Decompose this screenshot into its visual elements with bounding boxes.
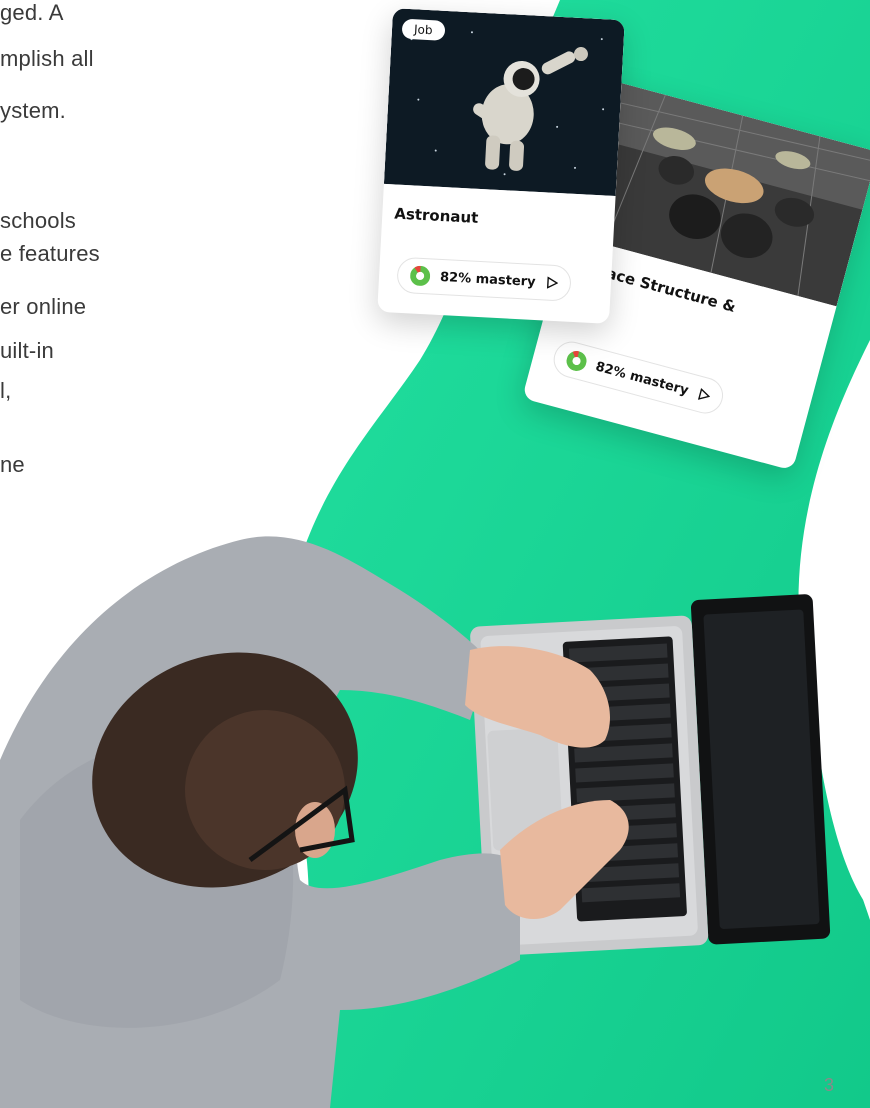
man-using-laptop-photo [0,536,831,1108]
page: ged. A mplish all ystem. schools e featu… [0,0,870,1108]
page-number: 3 [823,1075,834,1095]
